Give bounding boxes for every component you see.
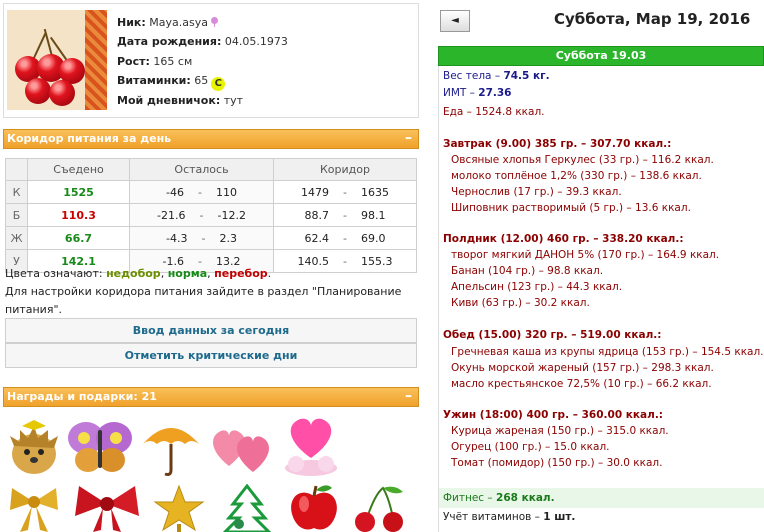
diary-entries: Вес тела – 74.5 кг. ИМТ – 27.36 Еда – 15…	[438, 66, 764, 532]
list-item[interactable]: Томат (помидор) (150 гр.) – 30.0 ккал.	[451, 457, 662, 469]
list-item[interactable]: Овсяные хлопья Геркулес (33 гр.) – 116.2…	[451, 154, 714, 166]
diary-link[interactable]: тут	[224, 94, 243, 107]
list-item[interactable]: масло крестьянское 72,5% (10 гр.) – 66.2…	[451, 378, 712, 390]
day-header: Суббота 19.03	[438, 46, 764, 66]
gold-bow-gift-icon[interactable]	[6, 484, 62, 532]
list-item[interactable]: Огурец (100 гр.) – 15.0 ккал.	[451, 441, 610, 453]
prev-day-button[interactable]: ◄	[440, 10, 470, 32]
gold-star-gift-icon[interactable]	[151, 484, 207, 532]
vitamin-c-icon: C	[211, 77, 226, 92]
cherries-gift-icon[interactable]	[349, 484, 409, 532]
list-item[interactable]: Шиповник растворимый (5 гр.) – 13.6 ккал…	[451, 202, 691, 214]
birth-row: Дата рождения: 04.05.1973	[117, 35, 288, 49]
bmi-line: ИМТ – 27.36	[443, 87, 512, 99]
gifts-grid	[3, 412, 419, 532]
meal-title[interactable]: Полдник (12.00) 460 гр. – 338.20 ккал.:	[443, 233, 684, 245]
butterfly-gift-icon[interactable]	[66, 416, 134, 478]
food-total: Еда – 1524.8 ккал.	[443, 106, 545, 118]
list-item[interactable]: Гречневая каша из крупы ядрица (153 гр.)…	[451, 346, 764, 358]
umbrella-gift-icon[interactable]	[139, 416, 203, 478]
heart-cloud-gift-icon[interactable]	[280, 414, 342, 478]
color-legend: Цвета означают: недобор, норма, перебор.…	[5, 265, 415, 319]
list-item[interactable]: Окунь морской жареный (157 гр.) – 298.3 …	[451, 362, 714, 374]
fitness-line[interactable]: Фитнес – 268 ккал.	[439, 488, 764, 508]
hearts-gift-icon[interactable]	[207, 420, 275, 474]
list-item[interactable]: молоко топлёное 1,2% (330 гр.) – 138.6 к…	[451, 170, 702, 182]
left-column: Ник: Maya.asya Дата рождения: 04.05.1973…	[0, 0, 420, 532]
table-row: К 1525 -46 - 110 1479 - 1635	[5, 180, 417, 204]
height-row: Рост: 165 см	[117, 54, 193, 68]
list-item[interactable]: Чернослив (17 гр.) – 39.3 ккал.	[451, 186, 622, 198]
diary-column: ◄ Суббота, Мар 19, 2016 Суббота 19.03 Ве…	[432, 0, 764, 532]
enter-today-data-button[interactable]: Ввод данных за сегодня	[5, 318, 417, 343]
apple-gift-icon[interactable]	[286, 482, 342, 532]
nick-row: Ник: Maya.asya	[117, 13, 288, 32]
profile-card: Ник: Maya.asya Дата рождения: 04.05.1973…	[3, 3, 419, 118]
gifts-panel-header: Награды и подарки: 21 –	[3, 387, 419, 407]
vitamins-line[interactable]: Учёт витаминов – 1 шт.	[443, 511, 575, 523]
corridor-title: Коридор питания за день	[7, 132, 172, 145]
nickname[interactable]: Maya.asya	[149, 16, 208, 29]
diary-row: Мой дневничок: тут	[117, 93, 244, 107]
vitamins-row: Витаминки: 65 C	[117, 71, 288, 92]
collapse-button[interactable]: –	[405, 388, 412, 405]
avatar[interactable]	[7, 10, 107, 110]
table-row: Б 110.3 -21.6 - -12.2 88.7 - 98.1	[5, 203, 417, 227]
list-item[interactable]: творог мягкий ДАНОН 5% (170 гр.) – 164.9…	[451, 249, 719, 261]
profile-info: Ник: Maya.asya Дата рождения: 04.05.1973…	[117, 13, 288, 110]
mark-critical-days-button[interactable]: Отметить критические дни	[5, 343, 417, 368]
list-item[interactable]: Курица жареная (150 гр.) – 315.0 ккал.	[451, 425, 669, 437]
table-row: Ж 66.7 -4.3 - 2.3 62.4 - 69.0	[5, 226, 417, 250]
corridor-panel-header: Коридор питания за день –	[3, 129, 419, 149]
gifts-title: Награды и подарки: 21	[7, 390, 157, 403]
table-header-row: Съедено Осталось Коридор	[5, 158, 417, 181]
meal-title[interactable]: Обед (15.00) 320 гр. – 519.00 ккал.:	[443, 329, 662, 341]
list-item[interactable]: Банан (104 гр.) – 98.8 ккал.	[451, 265, 603, 277]
meal-title[interactable]: Завтрак (9.00) 385 гр. – 307.70 ккал.:	[443, 138, 671, 150]
date-title: Суббота, Мар 19, 2016	[554, 10, 751, 28]
red-bow-gift-icon[interactable]	[73, 484, 141, 532]
list-item[interactable]: Апельсин (123 гр.) – 44.3 ккал.	[451, 281, 622, 293]
list-item[interactable]: Киви (63 гр.) – 30.2 ккал.	[451, 297, 590, 309]
corridor-table: Съедено Осталось Коридор К 1525 -46 - 11…	[5, 158, 417, 273]
meal-title[interactable]: Ужин (18:00) 400 гр. – 360.00 ккал.:	[443, 409, 663, 421]
collapse-button[interactable]: –	[405, 130, 412, 147]
female-icon	[210, 17, 218, 27]
settings-hint: Для настройки коридора питания зайдите в…	[5, 285, 402, 316]
hedgehog-gift-icon[interactable]	[6, 416, 62, 478]
weight-line: Вес тела – 74.5 кг.	[443, 70, 550, 82]
christmas-tree-gift-icon[interactable]	[219, 484, 275, 532]
